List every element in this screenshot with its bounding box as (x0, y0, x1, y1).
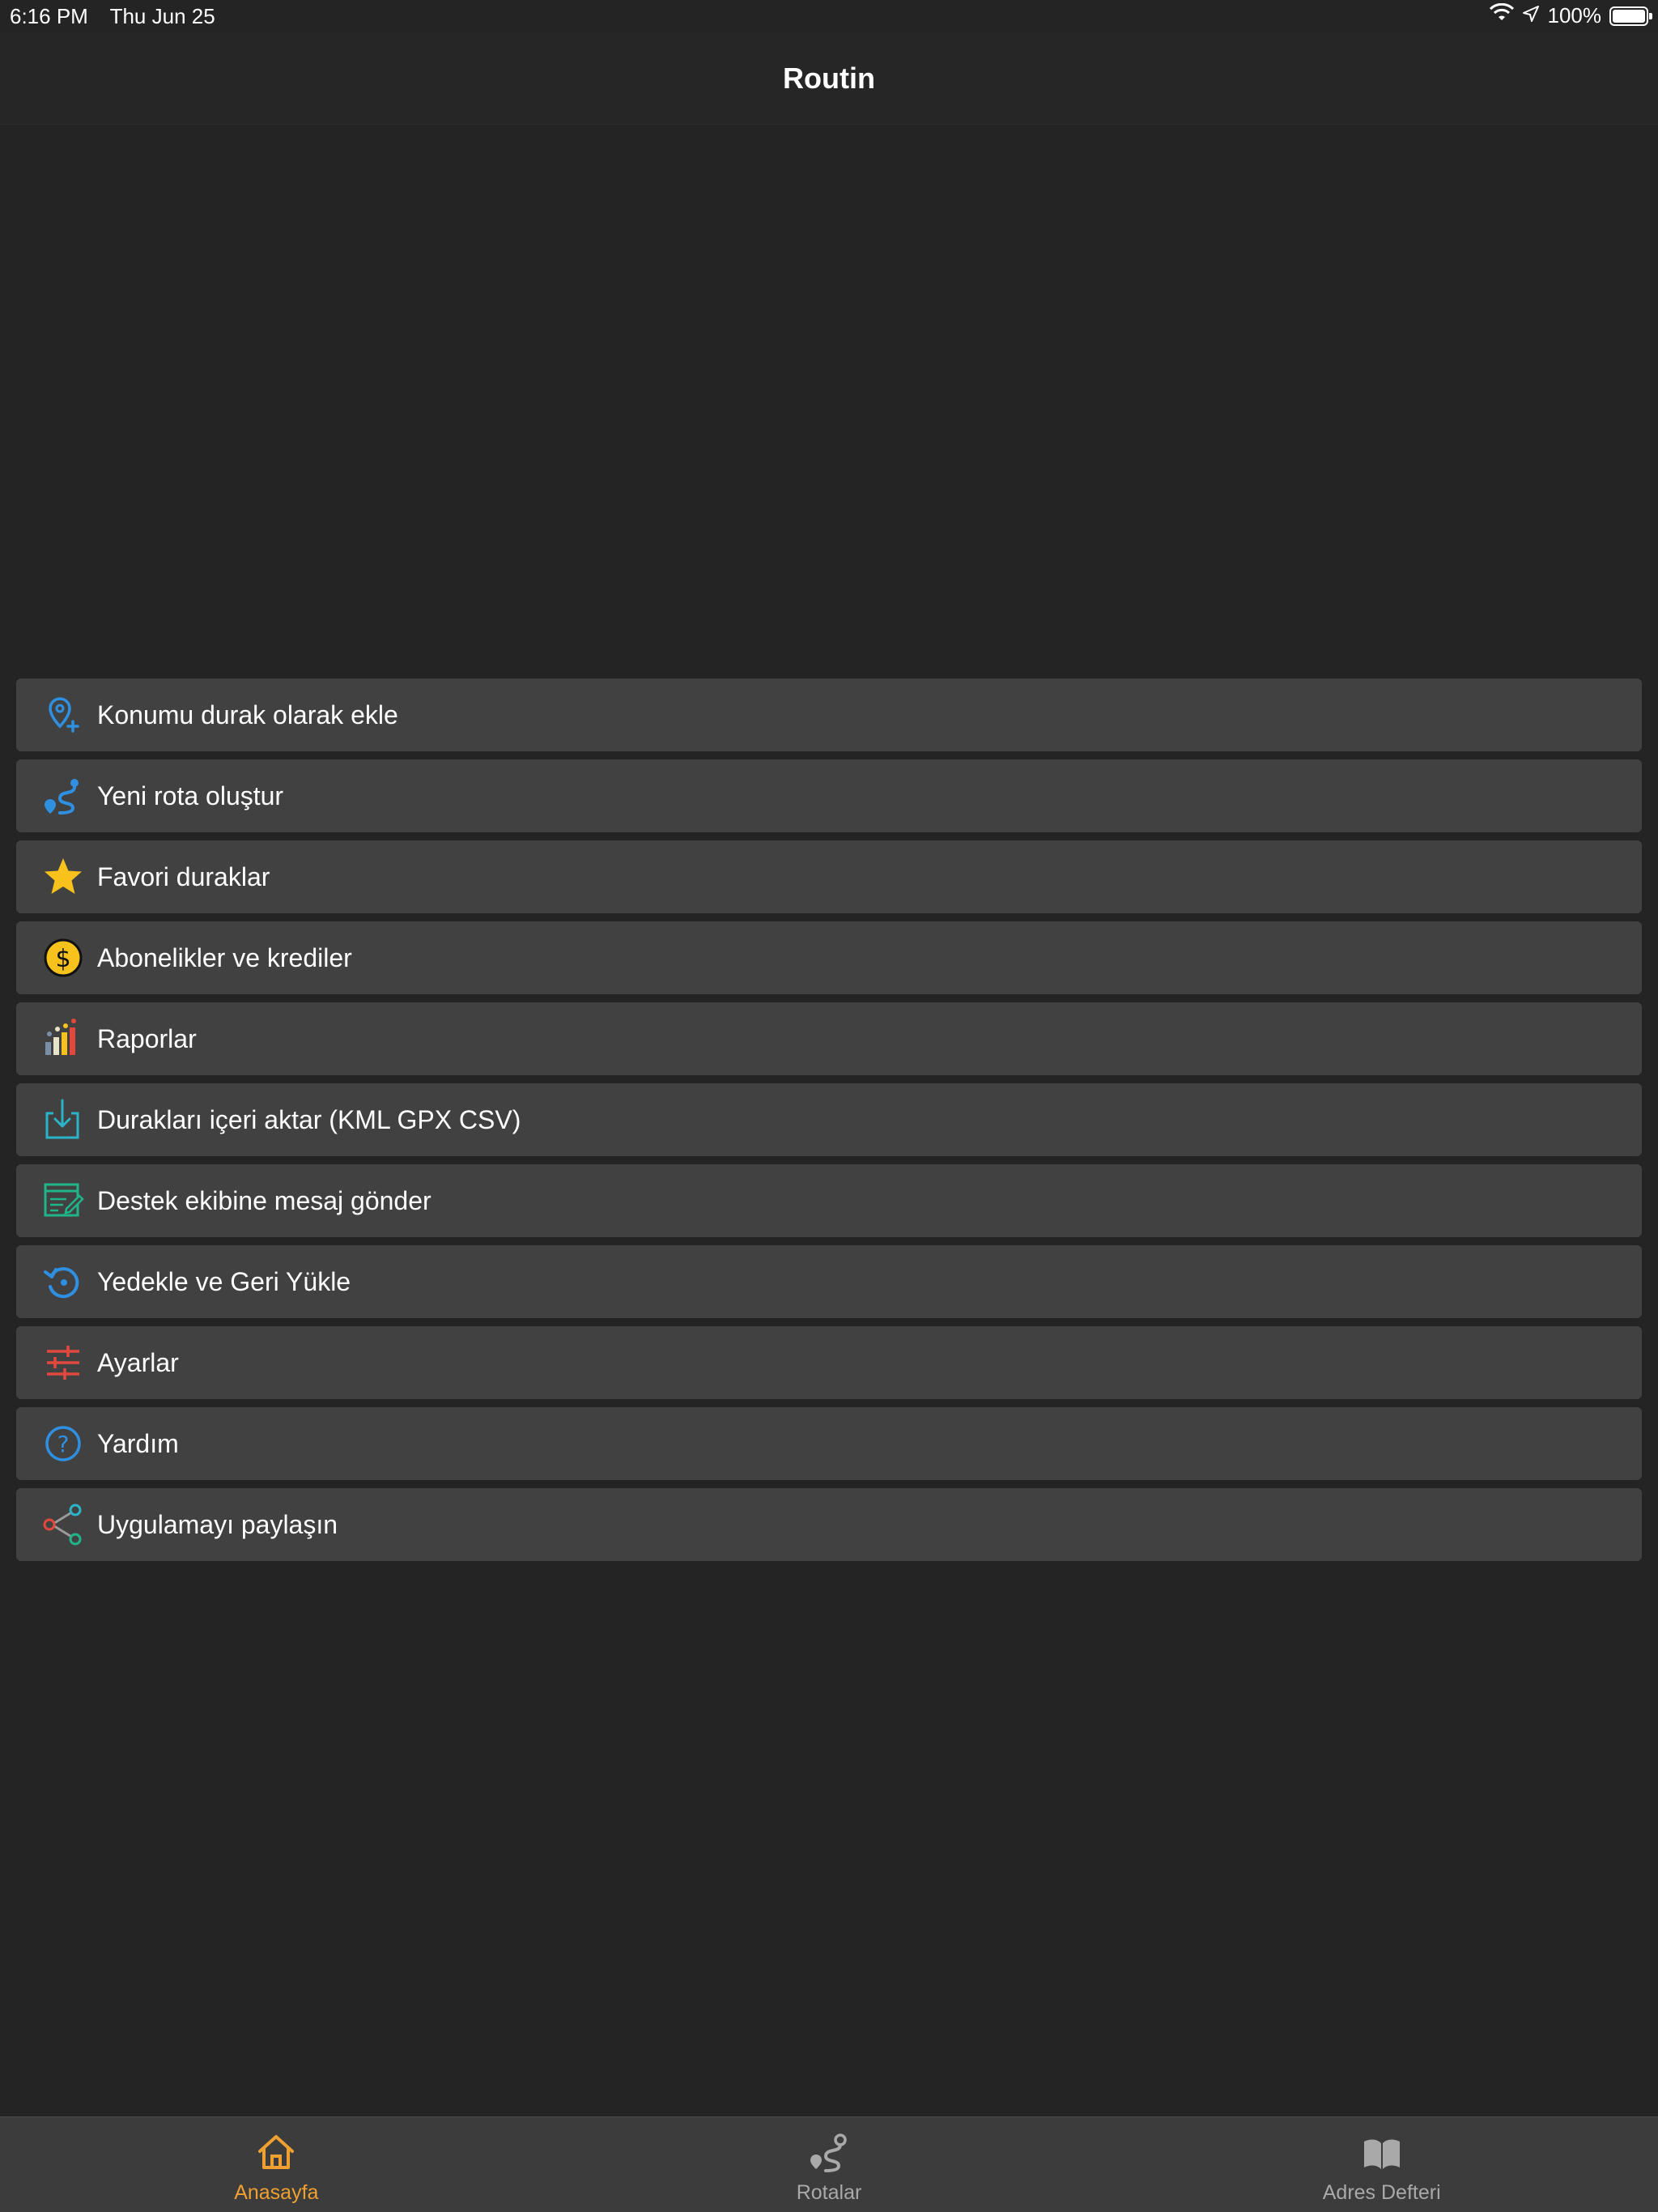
tab-label: Anasayfa (234, 2181, 319, 2204)
message-edit-icon (40, 1178, 86, 1223)
book-icon (1361, 2132, 1403, 2178)
menu-item-label: Ayarlar (97, 1347, 179, 1377)
menu-item-add-location-stop[interactable]: Konumu durak olarak ekle (16, 678, 1642, 751)
menu-item-label: Yeni rota oluştur (97, 781, 284, 810)
tab-routes[interactable]: Rotalar (553, 2117, 1106, 2212)
app-screen: 6:16 PM Thu Jun 25 100% Routin Konumu du… (0, 0, 1658, 2212)
wifi-icon (1489, 2, 1514, 28)
menu-item-subscriptions-credits[interactable]: $ Abonelikler ve krediler (16, 921, 1642, 994)
tab-bar: Anasayfa Rotalar Adres Defteri (0, 2116, 1658, 2212)
home-icon (255, 2132, 297, 2178)
menu-item-message-support[interactable]: Destek ekibine mesaj gönder (16, 1164, 1642, 1237)
bar-chart-icon (40, 1016, 86, 1061)
menu-item-settings[interactable]: Ayarlar (16, 1326, 1642, 1399)
menu-item-share-app[interactable]: Uygulamayı paylaşın (16, 1488, 1642, 1561)
dollar-coin-icon: $ (40, 935, 86, 981)
status-date: Thu Jun 25 (109, 4, 215, 28)
menu-item-import-stops[interactable]: Durakları içeri aktar (KML GPX CSV) (16, 1083, 1642, 1156)
menu-item-reports[interactable]: Raporlar (16, 1002, 1642, 1075)
menu-item-backup-restore[interactable]: Yedekle ve Geri Yükle (16, 1245, 1642, 1318)
route-icon (808, 2132, 850, 2178)
status-bar: 6:16 PM Thu Jun 25 100% (0, 0, 1658, 32)
route-icon (40, 773, 86, 819)
location-icon (1522, 3, 1540, 28)
tab-address-book[interactable]: Adres Defteri (1105, 2117, 1658, 2212)
menu-item-label: Yardım (97, 1428, 179, 1458)
tab-label: Adres Defteri (1322, 2181, 1441, 2204)
tab-label: Rotalar (796, 2181, 862, 2204)
navigation-bar: Routin (0, 32, 1658, 125)
main-menu: Konumu durak olarak ekle Yeni rota oluşt… (16, 678, 1642, 1569)
svg-text:$: $ (55, 945, 70, 973)
menu-item-label: Konumu durak olarak ekle (97, 700, 398, 730)
battery-percent: 100% (1547, 3, 1602, 28)
menu-item-label: Durakları içeri aktar (KML GPX CSV) (97, 1104, 521, 1134)
help-icon: ? (40, 1421, 86, 1466)
menu-item-label: Yedekle ve Geri Yükle (97, 1266, 351, 1296)
import-icon (40, 1097, 86, 1142)
page-title: Routin (783, 61, 875, 95)
star-icon (40, 854, 86, 900)
sliders-icon (40, 1340, 86, 1385)
share-icon (40, 1502, 86, 1547)
status-time: 6:16 PM (10, 4, 88, 28)
status-left: 6:16 PM Thu Jun 25 (10, 4, 232, 29)
backup-restore-icon (40, 1259, 86, 1304)
menu-item-favorite-stops[interactable]: Favori duraklar (16, 840, 1642, 913)
battery-icon (1609, 6, 1652, 26)
menu-item-label: Favori duraklar (97, 861, 270, 891)
tab-home[interactable]: Anasayfa (0, 2117, 553, 2212)
menu-item-help[interactable]: ? Yardım (16, 1407, 1642, 1480)
status-right: 100% (1489, 2, 1652, 28)
menu-item-label: Destek ekibine mesaj gönder (97, 1185, 432, 1215)
menu-item-label: Raporlar (97, 1023, 197, 1053)
location-plus-icon (40, 692, 86, 738)
svg-text:?: ? (57, 1431, 70, 1457)
menu-item-new-route[interactable]: Yeni rota oluştur (16, 759, 1642, 832)
menu-item-label: Uygulamayı paylaşın (97, 1509, 338, 1539)
menu-item-label: Abonelikler ve krediler (97, 942, 352, 972)
